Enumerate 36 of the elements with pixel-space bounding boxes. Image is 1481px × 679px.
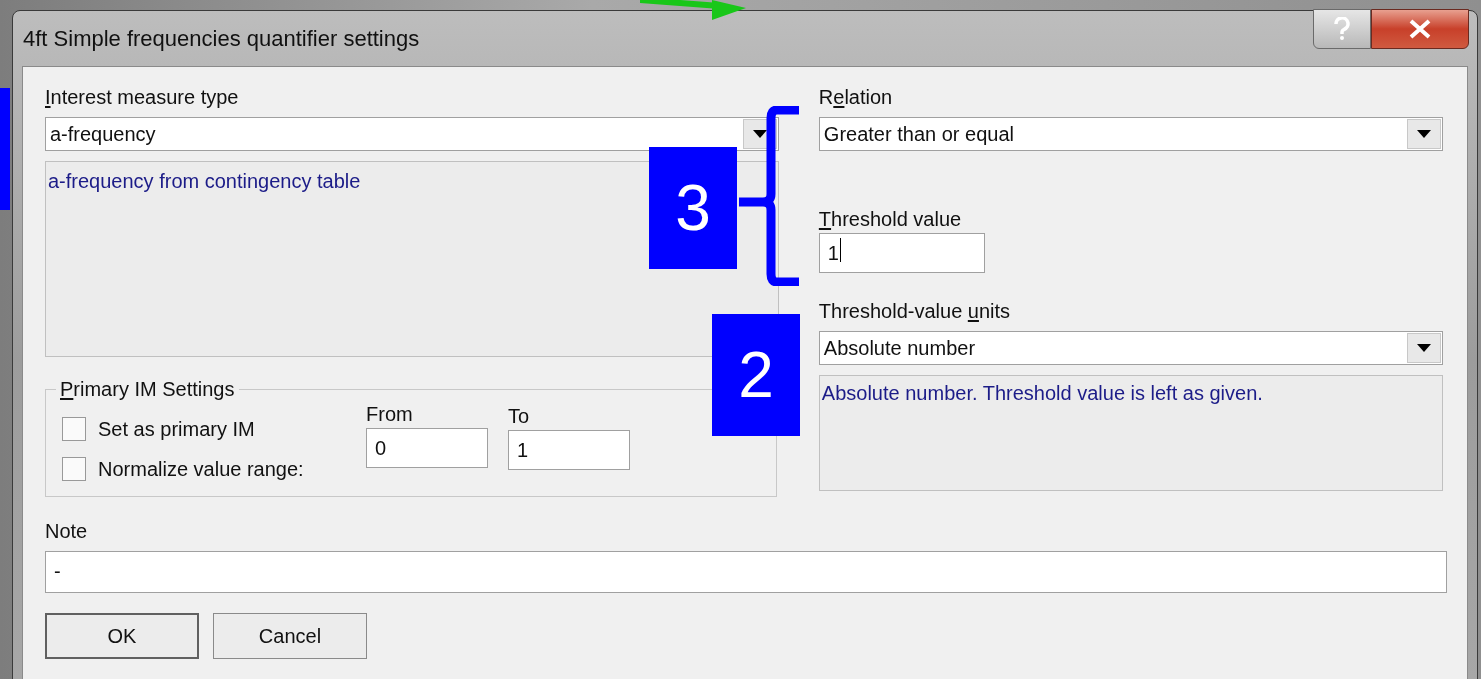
- annotation-badge: 2: [712, 314, 800, 436]
- brace-icon: [737, 106, 801, 286]
- help-button[interactable]: [1313, 9, 1371, 49]
- threshold-field[interactable]: 1: [818, 233, 985, 273]
- field-label: Threshold value: [818, 207, 962, 232]
- description-text: a-frequency from contingency table: [48, 170, 361, 192]
- close-button[interactable]: [1371, 9, 1469, 49]
- caret-icon: [1417, 130, 1431, 138]
- field-label: From: [366, 402, 413, 427]
- from-field[interactable]: 0: [366, 428, 488, 468]
- checkbox[interactable]: [62, 457, 86, 481]
- caret-icon: [752, 130, 767, 138]
- dropdown-button[interactable]: [1407, 119, 1441, 149]
- dialog-button[interactable]: OK: [45, 613, 199, 659]
- checkbox-label: Set as primary IM: [98, 417, 255, 442]
- checkbox[interactable]: [62, 417, 86, 441]
- to-field[interactable]: 1: [508, 430, 630, 470]
- dialog-button[interactable]: Cancel: [213, 613, 367, 659]
- field-label: Interest measure type: [45, 85, 239, 110]
- dropdown-button[interactable]: [1407, 333, 1441, 363]
- field-label: Relation: [818, 85, 893, 110]
- note-field[interactable]: -: [45, 551, 1447, 593]
- checkbox-label: Normalize value range:: [98, 457, 304, 482]
- relation-dropdown[interactable]: Greater than or equal: [818, 117, 1443, 151]
- interest-measure-dropdown[interactable]: a-frequency: [45, 117, 779, 151]
- help-icon: [1334, 17, 1350, 41]
- description-text: Absolute number. Threshold value is left as given.: [821, 382, 1263, 404]
- caret-icon: [1417, 344, 1431, 352]
- annotation-badge: 3: [649, 147, 737, 269]
- units-dropdown[interactable]: Absolute number: [818, 331, 1443, 365]
- field-label: Threshold-value units: [818, 299, 1011, 324]
- field-label: Note: [45, 519, 88, 544]
- window-title: 4ft Simple frequencies quantifier settings: [23, 25, 421, 53]
- field-label: To: [508, 404, 530, 429]
- arrow-icon: [640, 0, 748, 20]
- close-icon: [1408, 19, 1432, 39]
